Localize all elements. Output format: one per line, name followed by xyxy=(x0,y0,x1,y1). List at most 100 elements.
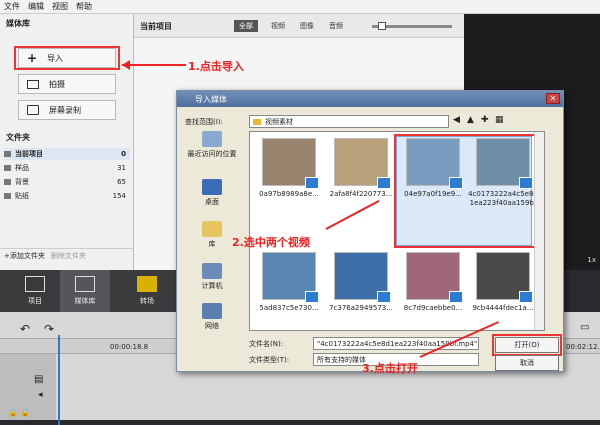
file-list: 0a97b8989a8e... 2afa8f4f220773... 04e97a… xyxy=(249,131,545,331)
folder-icon xyxy=(4,165,11,171)
lookin-select[interactable]: 视频素材 xyxy=(249,115,449,128)
menubar: 文件 编辑 视图 帮助 xyxy=(0,0,600,14)
lock-icon[interactable]: 🔒 xyxy=(8,408,18,417)
file-item[interactable]: 8c7d9caebbe0... xyxy=(398,252,468,313)
video-thumbnail xyxy=(476,252,533,303)
video-thumbnail xyxy=(406,252,463,303)
video-badge-icon xyxy=(519,291,533,303)
folder-count: 31 xyxy=(117,164,126,172)
folder-count: 0 xyxy=(121,150,126,158)
lookin-label: 查找范围(I): xyxy=(185,118,223,126)
folder-item-stickers[interactable]: 贴纸 154 xyxy=(4,190,130,202)
folder-name: 贴纸 xyxy=(15,192,29,200)
capture-button[interactable]: 拍摄 xyxy=(18,74,116,94)
folder-actions: +添加文件夹 删除文件夹 xyxy=(0,248,134,262)
screen-record-button[interactable]: 屏幕录制 xyxy=(18,100,116,120)
annotation-step-3: 3.点击打开 xyxy=(362,362,418,375)
speaker-icon[interactable]: ◂ xyxy=(38,390,43,400)
lookin-value: 视频素材 xyxy=(265,117,293,126)
file-name: 2afa8f4f220773... xyxy=(329,190,393,198)
folder-item-samples[interactable]: 样品 31 xyxy=(4,162,130,174)
media-header: 当前项目 全部 视频 图像 音频 xyxy=(134,14,464,38)
file-item[interactable]: 9cb4444fdec1a... xyxy=(468,252,538,313)
nav-label: 最近访问的位置 xyxy=(187,150,237,158)
filename-label: 文件名(N): xyxy=(249,340,284,348)
menu-edit[interactable]: 编辑 xyxy=(28,1,44,12)
file-name: 04e97a0f19e9... xyxy=(404,190,462,198)
folder-count: 65 xyxy=(117,178,126,186)
file-item-selected[interactable]: 04e97a0f19e9... xyxy=(398,138,468,199)
playhead[interactable] xyxy=(58,335,60,425)
screen-record-label: 屏幕录制 xyxy=(49,105,81,115)
cancel-button[interactable]: 取消 xyxy=(495,355,559,371)
file-name: 8c7d9caebbe0... xyxy=(403,304,463,312)
filetype-label: 文件类型(T): xyxy=(249,356,290,364)
back-icon[interactable]: ◀ xyxy=(453,115,460,125)
video-badge-icon xyxy=(305,291,319,303)
file-item[interactable]: 5ad837c5e730... xyxy=(254,252,324,313)
nav-computer[interactable]: 计算机 xyxy=(181,263,243,291)
import-dialog: 导入媒体 ✕ 查找范围(I): 视频素材 ◀ ▲ ✚ ▦ 最近访问的位置 桌面 … xyxy=(176,90,564,372)
nav-label: 桌面 xyxy=(205,198,219,206)
file-item-selected[interactable]: 4c0173222a4c5e8d1ea223f40aa159bf xyxy=(468,138,538,208)
folder-icon xyxy=(4,151,11,157)
nav-desktop[interactable]: 桌面 xyxy=(181,179,243,207)
video-thumbnail xyxy=(334,138,391,189)
strip-project[interactable]: 项目 xyxy=(10,270,60,312)
file-item[interactable]: 7c376a2949573... xyxy=(326,252,396,313)
folder-count: 154 xyxy=(112,192,126,200)
video-badge-icon xyxy=(377,177,391,189)
video-thumbnail xyxy=(334,252,391,303)
library-icon xyxy=(202,221,222,237)
view-menu-icon[interactable]: ▦ xyxy=(495,115,504,125)
desktop-icon xyxy=(202,179,222,195)
arrowhead-1 xyxy=(122,60,130,70)
tab-video[interactable]: 视频 xyxy=(271,21,285,31)
filename-input[interactable]: "4c0173222a4c5e8d1ea223f40aa159bf.mp4" "… xyxy=(313,337,479,350)
folder-item-backgrounds[interactable]: 背景 65 xyxy=(4,176,130,188)
current-project-title: 当前项目 xyxy=(140,22,172,31)
up-folder-icon[interactable]: ▲ xyxy=(467,115,474,125)
file-item[interactable]: 0a97b8989a8e... xyxy=(254,138,324,199)
close-icon[interactable]: ✕ xyxy=(546,93,560,104)
add-folder-button[interactable]: +添加文件夹 xyxy=(4,251,45,261)
tab-audio[interactable]: 音频 xyxy=(329,21,343,31)
nav-recent[interactable]: 最近访问的位置 xyxy=(181,131,243,159)
file-name: 7c376a2949573... xyxy=(329,304,393,312)
monitor-icon[interactable]: ▭ xyxy=(580,322,589,333)
computer-icon xyxy=(202,263,222,279)
file-name: 4c0173222a4c5e8d1ea223f40aa159bf xyxy=(468,190,538,207)
highlight-open xyxy=(492,334,562,356)
menu-view[interactable]: 视图 xyxy=(52,1,68,12)
media-library-title: 媒体库 xyxy=(6,19,30,28)
video-badge-icon xyxy=(519,177,533,189)
tab-all[interactable]: 全部 xyxy=(234,20,258,32)
folders-title: 文件夹 xyxy=(6,133,30,142)
arrow-1 xyxy=(122,64,186,66)
time-marker-2: 00:02:12.0 xyxy=(566,343,600,351)
strip-label: 转场 xyxy=(140,297,154,305)
strip-label: 项目 xyxy=(28,297,42,305)
menu-help[interactable]: 帮助 xyxy=(76,1,92,12)
folder-item-current[interactable]: 当前项目 0 xyxy=(4,148,130,160)
video-thumbnail xyxy=(262,138,319,189)
lock-icon[interactable]: 🔒 xyxy=(20,408,30,417)
strip-transition[interactable]: 转场 xyxy=(122,270,172,312)
video-badge-icon xyxy=(305,177,319,189)
redo-icon[interactable]: ↷ xyxy=(44,322,54,336)
file-item[interactable]: 2afa8f4f220773... xyxy=(326,138,396,199)
slider-handle[interactable] xyxy=(378,22,386,30)
new-folder-icon[interactable]: ✚ xyxy=(481,115,489,125)
scrollbar[interactable] xyxy=(534,132,544,330)
video-thumbnail xyxy=(476,138,533,189)
tab-image[interactable]: 图像 xyxy=(300,21,314,31)
undo-icon[interactable]: ↶ xyxy=(20,322,30,336)
nav-network[interactable]: 网络 xyxy=(181,303,243,331)
dialog-title: 导入媒体 xyxy=(195,94,227,104)
strip-library[interactable]: 媒体库 xyxy=(60,270,110,312)
menu-file[interactable]: 文件 xyxy=(4,1,20,12)
video-thumbnail xyxy=(406,138,463,189)
folder-name: 背景 xyxy=(15,178,29,186)
delete-folder-button[interactable]: 删除文件夹 xyxy=(51,251,86,261)
nav-label: 网络 xyxy=(205,322,219,330)
